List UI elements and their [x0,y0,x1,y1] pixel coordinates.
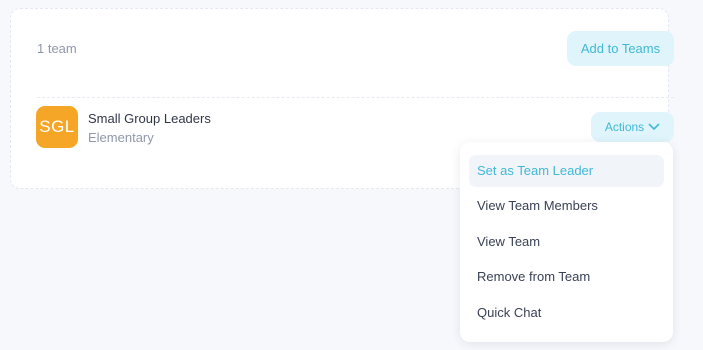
menu-item-view-team[interactable]: View Team [469,226,664,258]
team-name: Small Group Leaders [88,111,211,126]
chevron-down-icon [648,123,660,130]
actions-dropdown-menu: Set as Team Leader View Team Members Vie… [460,142,673,342]
team-count: 1 team [37,41,77,56]
team-avatar: SGL [36,106,78,148]
menu-item-remove-from-team[interactable]: Remove from Team [469,261,664,293]
actions-label: Actions [604,120,645,134]
actions-button[interactable]: Actions [591,112,674,142]
team-subtitle: Elementary [88,130,154,145]
menu-item-view-team-members[interactable]: View Team Members [469,190,664,222]
add-to-teams-button[interactable]: Add to Teams [567,31,674,66]
divider [37,97,674,98]
menu-item-set-as-team-leader[interactable]: Set as Team Leader [469,155,664,187]
menu-item-quick-chat[interactable]: Quick Chat [469,297,664,329]
